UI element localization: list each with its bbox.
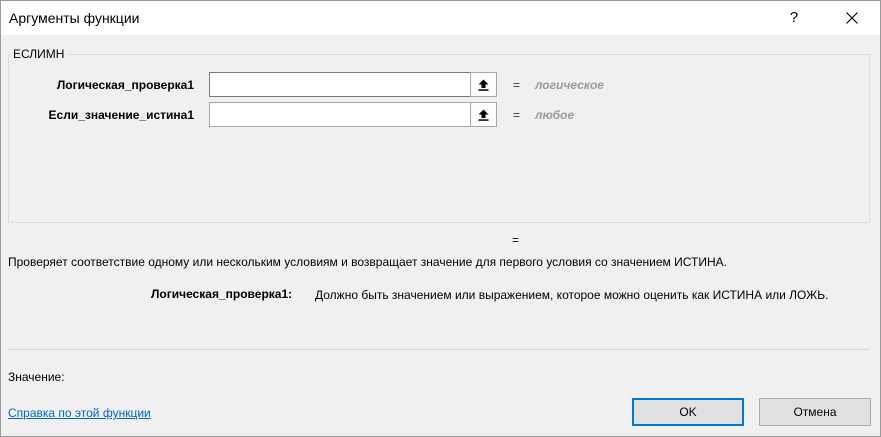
arg1-equals: =: [513, 78, 521, 92]
collapse-dialog-arrow-up-icon: [478, 109, 489, 121]
close-button[interactable]: [829, 1, 875, 35]
help-on-function-link[interactable]: Справка по этой функции: [8, 406, 151, 420]
arg2-equals: =: [513, 108, 521, 122]
collapse-dialog-arrow-up-icon: [478, 79, 489, 91]
arg1-label: Логическая_проверка1: [56, 78, 194, 92]
ok-button[interactable]: OK: [632, 398, 744, 426]
close-icon: [846, 12, 858, 24]
arg2-type-hint: любое: [535, 108, 575, 122]
arg2-ref-button[interactable]: [470, 102, 497, 127]
function-arguments-dialog: Аргументы функции ? ЕСЛИМН Логическая_пр…: [0, 0, 881, 437]
arg1-ref-button[interactable]: [470, 72, 497, 97]
cancel-button[interactable]: Отмена: [759, 398, 871, 426]
arg2-label: Если_значение_истина1: [48, 108, 194, 122]
divider: [8, 349, 870, 350]
arg1-type-hint: логическое: [535, 78, 604, 92]
arg2-input[interactable]: [209, 102, 471, 127]
argument-description-text: Должно быть значением или выражением, ко…: [315, 288, 829, 302]
value-label: Значение:: [8, 370, 65, 384]
function-description: Проверяет соответствие одному или нескол…: [8, 255, 727, 269]
function-result-equals: =: [512, 233, 520, 247]
argument-description-label: Логическая_проверка1:: [151, 287, 293, 301]
help-button[interactable]: ?: [771, 1, 817, 35]
arg1-input[interactable]: [209, 72, 471, 97]
dialog-title: Аргументы функции: [9, 10, 140, 26]
function-name: ЕСЛИМН: [10, 47, 68, 61]
title-bar[interactable]: Аргументы функции ?: [1, 1, 880, 35]
